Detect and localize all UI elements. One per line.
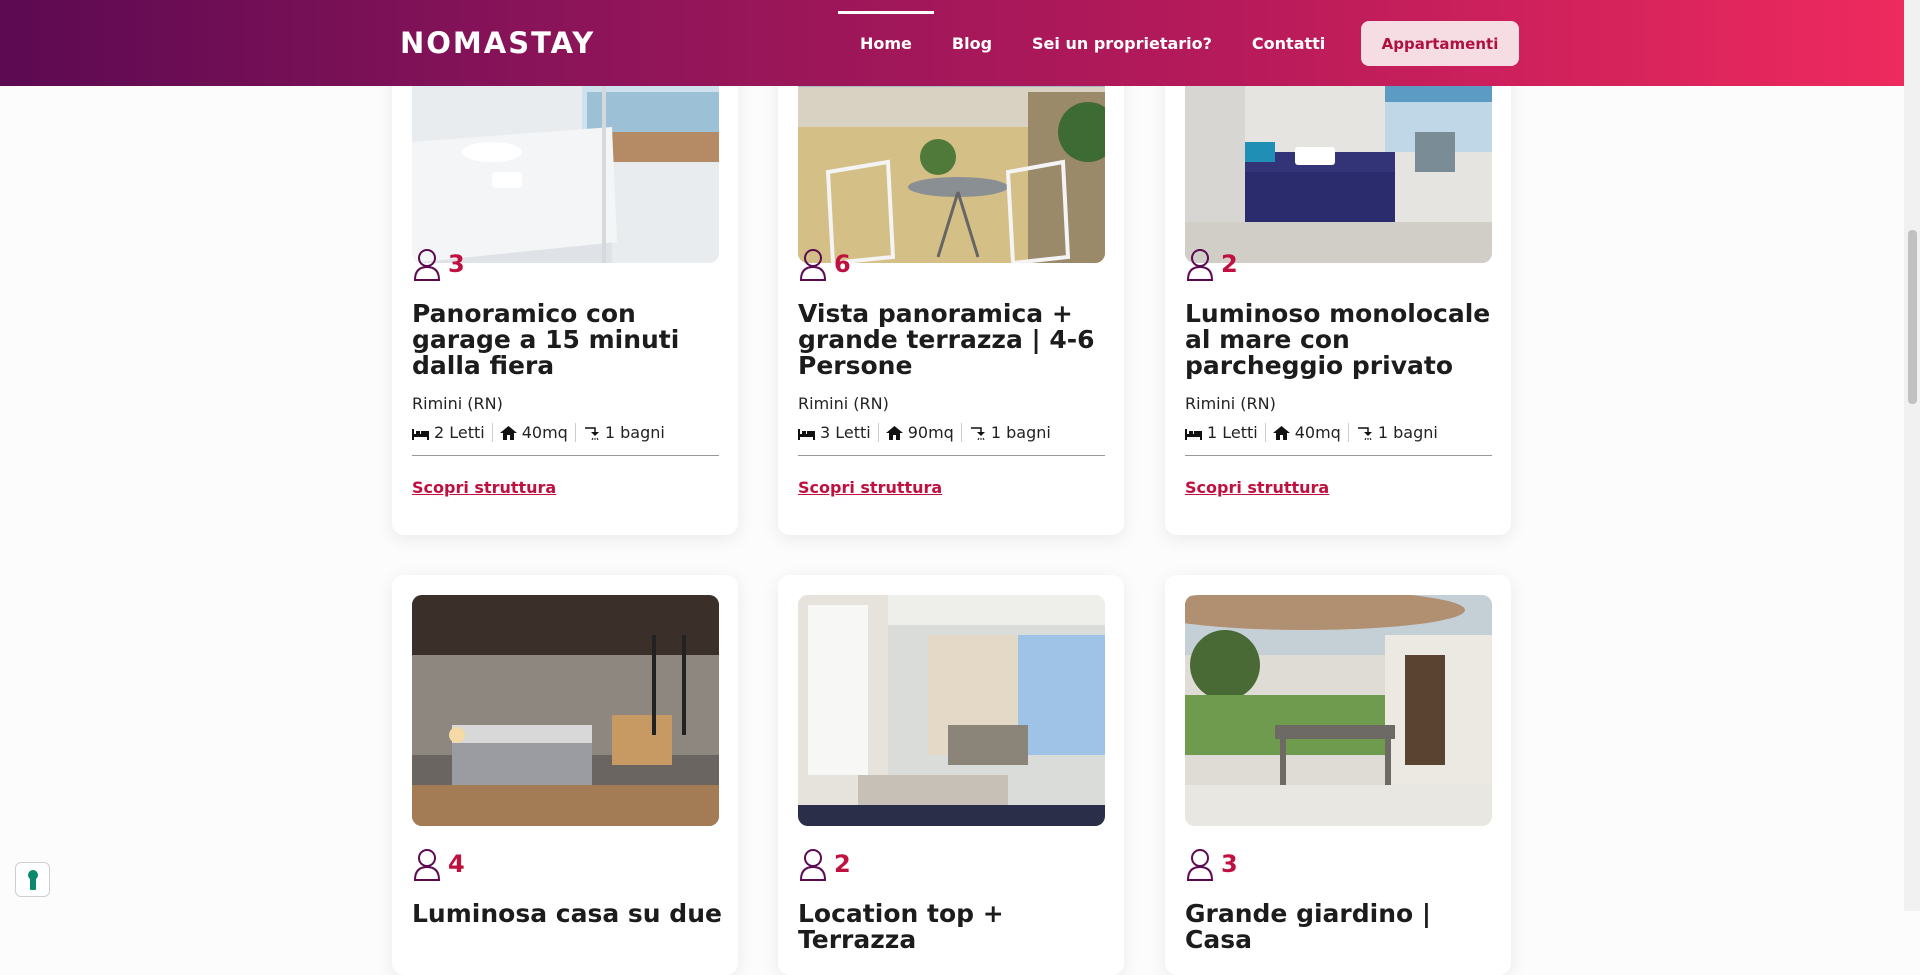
- guests-info: 4: [412, 847, 465, 881]
- privacy-settings-button[interactable]: [15, 862, 50, 897]
- bed-icon: [1185, 428, 1202, 440]
- card-divider: [1185, 455, 1492, 456]
- discover-link[interactable]: Scopri struttura: [1185, 478, 1329, 497]
- guests-count: 4: [448, 850, 465, 878]
- guests-count: 2: [1221, 250, 1238, 278]
- guests-info: 3: [412, 247, 465, 281]
- listing-photo[interactable]: [412, 595, 719, 826]
- listing-specs: 1 Letti 40mq 1 bagni: [1185, 423, 1452, 442]
- baths-count: 1 bagni: [990, 423, 1051, 442]
- listing-specs: 3 Letti 90mq 1 bagni: [798, 423, 1065, 442]
- listing-card: 4 Luminosa casa su due: [392, 575, 738, 975]
- listing-title[interactable]: Location top + Terrazza: [798, 901, 1108, 953]
- guests-count: 2: [834, 850, 851, 878]
- listing-card: 2 Location top + Terrazza: [778, 575, 1124, 975]
- house-icon: [885, 425, 903, 440]
- listing-title[interactable]: Luminosa casa su due: [412, 901, 722, 927]
- beds-count: 1 Letti: [1207, 423, 1258, 442]
- nav-owner[interactable]: Sei un proprietario?: [1032, 34, 1212, 53]
- user-icon: [1186, 249, 1214, 281]
- user-icon: [799, 849, 827, 881]
- discover-link[interactable]: Scopri struttura: [412, 478, 556, 497]
- guests-count: 6: [834, 250, 851, 278]
- listing-card: 3 Grande giardino | Casa: [1165, 575, 1511, 975]
- surface-size: 40mq: [521, 423, 568, 442]
- listing-photo[interactable]: [1185, 595, 1492, 826]
- listing-title[interactable]: Panoramico con garage a 15 minuti dalla …: [412, 301, 722, 379]
- listing-photo[interactable]: [798, 595, 1105, 826]
- user-icon: [1186, 849, 1214, 881]
- site-header: NOMASTAY Home Blog Sei un proprietario? …: [0, 0, 1904, 86]
- card-divider: [798, 455, 1105, 456]
- shower-icon: [584, 426, 599, 440]
- guests-count: 3: [448, 250, 465, 278]
- nav-contacts[interactable]: Contatti: [1252, 34, 1325, 53]
- surface-size: 90mq: [907, 423, 954, 442]
- nav-home[interactable]: Home: [838, 10, 934, 53]
- bed-icon: [412, 428, 429, 440]
- guests-info: 2: [1185, 247, 1238, 281]
- listing-card: 2 Luminoso monolocale al mare con parche…: [1165, 12, 1511, 535]
- user-icon: [799, 249, 827, 281]
- discover-link[interactable]: Scopri struttura: [798, 478, 942, 497]
- guests-info: 6: [798, 247, 851, 281]
- listing-specs: 2 Letti 40mq 1 bagni: [412, 423, 679, 442]
- listing-card: 6 Vista panoramica + grande terrazza | 4…: [778, 12, 1124, 535]
- listing-card: 3 Panoramico con garage a 15 minuti dall…: [392, 12, 738, 535]
- site-logo[interactable]: NOMASTAY: [400, 26, 595, 60]
- apartments-button[interactable]: Appartamenti: [1361, 21, 1519, 66]
- listing-title[interactable]: Grande giardino | Casa: [1185, 901, 1495, 953]
- beds-count: 2 Letti: [434, 423, 485, 442]
- scrollbar[interactable]: [1904, 0, 1920, 911]
- listing-city: Rimini (RN): [1185, 394, 1276, 413]
- user-icon: [413, 849, 441, 881]
- keyhole-icon: [27, 869, 38, 890]
- listing-city: Rimini (RN): [412, 394, 503, 413]
- card-divider: [412, 455, 719, 456]
- baths-count: 1 bagni: [604, 423, 665, 442]
- shower-icon: [1357, 426, 1372, 440]
- scrollbar-thumb[interactable]: [1908, 230, 1917, 404]
- baths-count: 1 bagni: [1377, 423, 1438, 442]
- beds-count: 3 Letti: [820, 423, 871, 442]
- surface-size: 40mq: [1294, 423, 1341, 442]
- nav-blog[interactable]: Blog: [952, 34, 992, 53]
- guests-count: 3: [1221, 850, 1238, 878]
- main-nav: Home Blog Sei un proprietario? Contatti: [838, 0, 1365, 86]
- listing-title[interactable]: Vista panoramica + grande terrazza | 4-6…: [798, 301, 1108, 379]
- house-icon: [1272, 425, 1290, 440]
- guests-info: 2: [798, 847, 851, 881]
- shower-icon: [970, 426, 985, 440]
- bed-icon: [798, 428, 815, 440]
- listing-city: Rimini (RN): [798, 394, 889, 413]
- house-icon: [499, 425, 517, 440]
- listing-title[interactable]: Luminoso monolocale al mare con parchegg…: [1185, 301, 1495, 379]
- user-icon: [413, 249, 441, 281]
- guests-info: 3: [1185, 847, 1238, 881]
